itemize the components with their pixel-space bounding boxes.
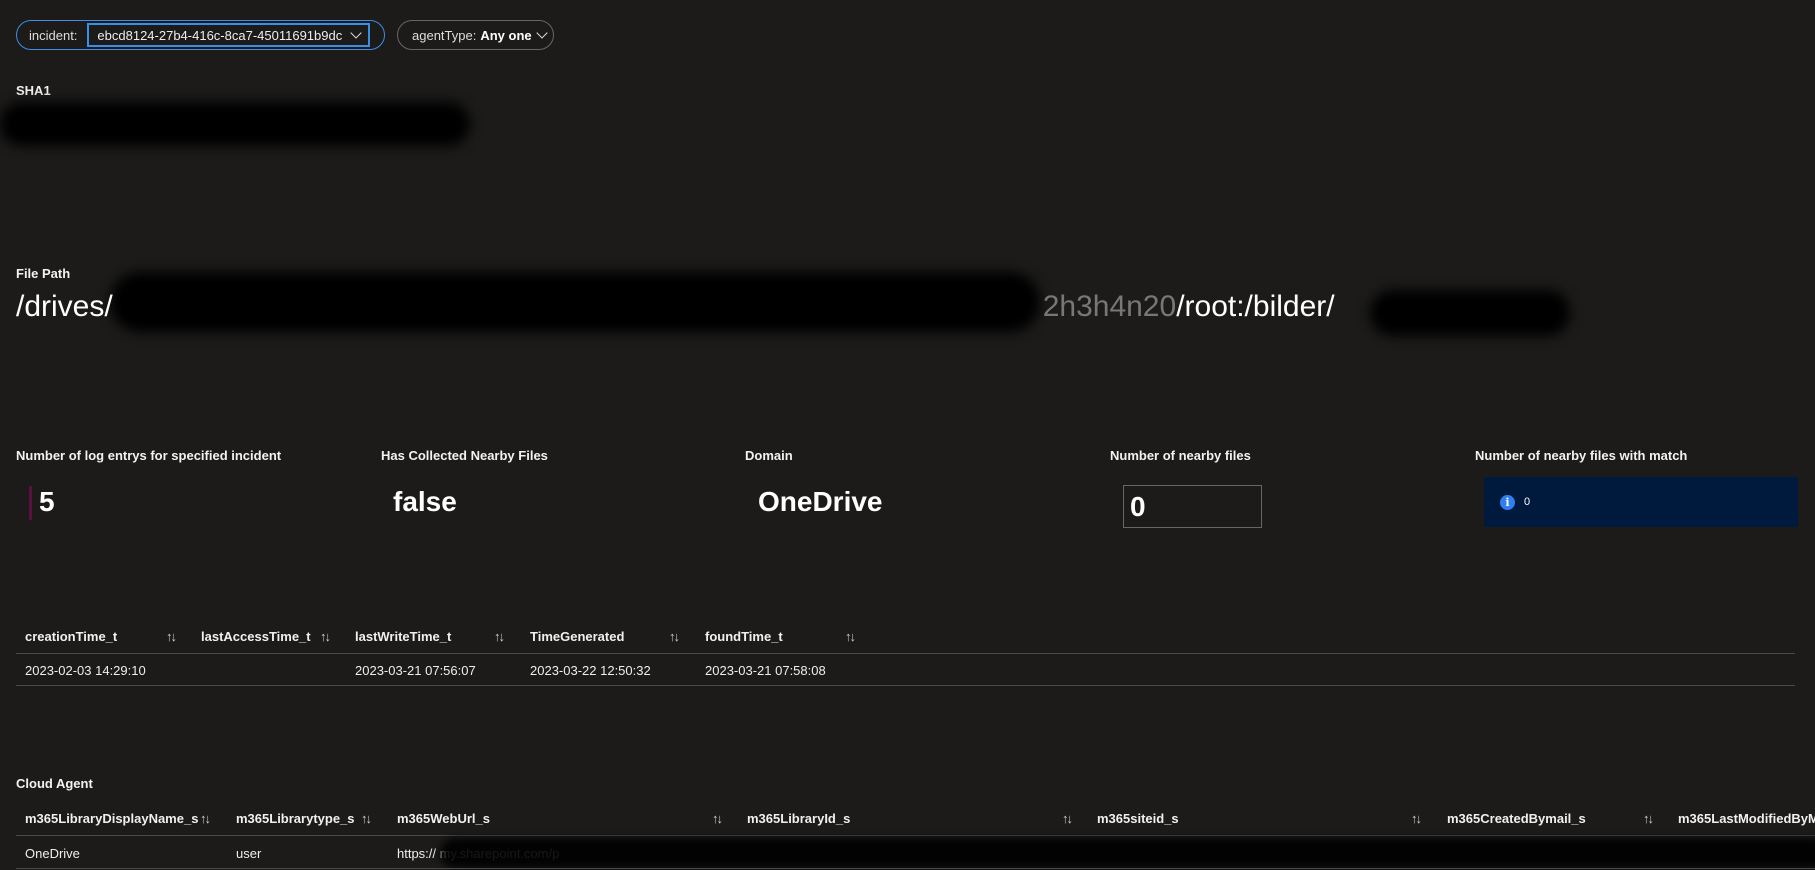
sort-icon[interactable]: ↑↓ bbox=[320, 629, 331, 644]
column-header[interactable]: m365siteid_s bbox=[1097, 811, 1179, 826]
info-icon: i bbox=[1500, 494, 1515, 510]
file-path-suffix: /root:/bilder/ bbox=[1176, 290, 1335, 323]
file-path-prefix: /drives/ bbox=[16, 290, 113, 323]
sort-icon[interactable]: ↑↓ bbox=[1411, 811, 1422, 826]
column-header[interactable]: lastAccessTime_t bbox=[201, 629, 311, 644]
sort-icon[interactable]: ↑↓ bbox=[1643, 811, 1654, 826]
chevron-down-icon bbox=[535, 27, 548, 39]
redacted-row bbox=[440, 838, 1815, 868]
agent-type-value: Any one bbox=[480, 27, 532, 43]
sort-icon[interactable]: ↑↓ bbox=[1062, 811, 1073, 826]
metric-label-domain: Domain bbox=[745, 448, 793, 463]
sort-icon[interactable]: ↑↓ bbox=[669, 629, 680, 644]
metric-label-nearby-match: Number of nearby files with match bbox=[1475, 448, 1688, 463]
cloud-agent-title: Cloud Agent bbox=[16, 776, 93, 791]
divider bbox=[16, 835, 1815, 836]
divider bbox=[16, 868, 1815, 869]
agent-type-label: agentType: bbox=[412, 27, 477, 43]
sort-icon[interactable]: ↑↓ bbox=[200, 811, 211, 826]
metric-value-nearby-match: 0 bbox=[1524, 496, 1531, 508]
agent-type-filter[interactable]: agentType: Any one bbox=[397, 20, 554, 50]
incident-filter[interactable]: incident: ebcd8124-27b4-416c-8ca7-450116… bbox=[16, 20, 385, 50]
nearby-files-box: 0 bbox=[1123, 485, 1262, 528]
divider bbox=[16, 653, 1795, 654]
column-header[interactable]: foundTime_t bbox=[705, 629, 783, 644]
column-header[interactable]: lastWriteTime_t bbox=[355, 629, 451, 644]
metric-value-nearby-files: 0 bbox=[1130, 491, 1146, 522]
sort-icon[interactable]: ↑↓ bbox=[712, 811, 723, 826]
redacted-path-2 bbox=[1370, 290, 1570, 336]
file-path-middle: 2h3h4n20 bbox=[1042, 290, 1177, 323]
table-cell: 2023-02-03 14:29:10 bbox=[25, 663, 146, 678]
table-cell: 2023-03-21 07:58:08 bbox=[705, 663, 826, 678]
column-header[interactable]: m365WebUrl_s bbox=[397, 811, 490, 826]
chevron-down-icon bbox=[350, 27, 363, 39]
sort-icon[interactable]: ↑↓ bbox=[361, 811, 372, 826]
column-header[interactable]: m365LastModifiedByM bbox=[1678, 811, 1815, 826]
column-header[interactable]: creationTime_t bbox=[25, 629, 117, 644]
metric-label-nearby-files: Number of nearby files bbox=[1110, 448, 1251, 463]
incident-value: ebcd8124-27b4-416c-8ca7-45011691b9dc bbox=[97, 27, 343, 43]
table-cell: 2023-03-21 07:56:07 bbox=[355, 663, 476, 678]
column-header[interactable]: m365Librarytype_s bbox=[236, 811, 355, 826]
table-cell: user bbox=[236, 846, 262, 861]
metric-label-log-entries: Number of log entrys for specified incid… bbox=[16, 448, 282, 463]
nearby-match-info-box: i 0 bbox=[1484, 477, 1798, 527]
metric-value-collected-nearby: false bbox=[393, 486, 457, 517]
sort-icon[interactable]: ↑↓ bbox=[845, 629, 856, 644]
incident-dropdown[interactable]: ebcd8124-27b4-416c-8ca7-45011691b9dc bbox=[87, 23, 371, 47]
column-header[interactable]: m365LibraryId_s bbox=[747, 811, 850, 826]
metric-value-log-entries: 5 bbox=[39, 486, 55, 517]
column-header[interactable]: TimeGenerated bbox=[530, 629, 624, 644]
file-path-label: File Path bbox=[16, 266, 71, 281]
table-cell: 2023-03-22 12:50:32 bbox=[530, 663, 651, 678]
divider bbox=[16, 685, 1795, 686]
incident-filter-label: incident: bbox=[29, 27, 78, 43]
file-path-value: /drives/2h3h4n20/root:/bilder/ bbox=[16, 290, 1335, 324]
column-header[interactable]: m365LibraryDisplayName_s bbox=[25, 811, 198, 826]
metric-value-domain: OneDrive bbox=[758, 486, 883, 517]
redacted-sha1 bbox=[0, 102, 470, 146]
sort-icon[interactable]: ↑↓ bbox=[494, 629, 505, 644]
metric-accent-bar bbox=[29, 486, 32, 520]
sha1-label: SHA1 bbox=[16, 83, 51, 98]
table-cell: OneDrive bbox=[25, 846, 80, 861]
sort-icon[interactable]: ↑↓ bbox=[166, 629, 177, 644]
column-header[interactable]: m365CreatedBymail_s bbox=[1447, 811, 1586, 826]
metric-label-collected-nearby: Has Collected Nearby Files bbox=[381, 448, 548, 463]
